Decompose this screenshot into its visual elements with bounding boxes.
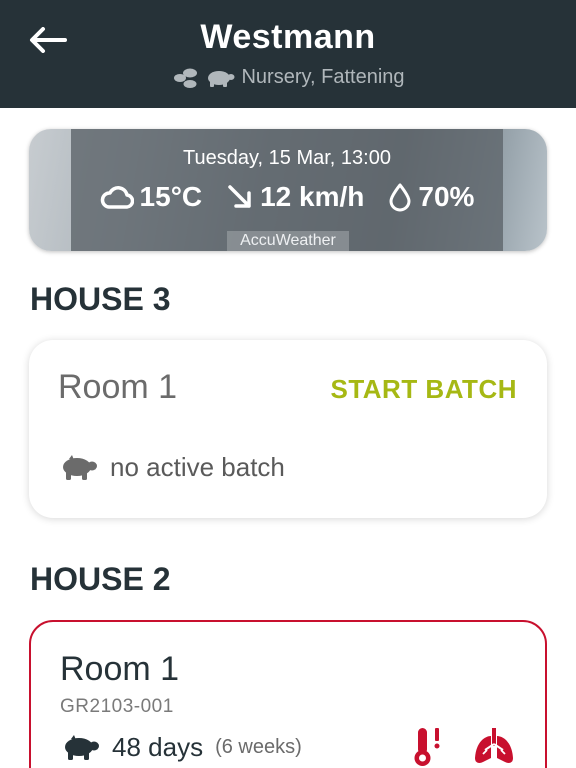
temperature-value: 15°C [139,181,203,212]
piglets-icon [174,68,198,88]
batch-age: 48 days (6 weeks) [62,732,302,763]
temperature-stat: 15°C [100,181,203,213]
weather-card[interactable]: Tuesday, 15 Mar, 13:00 15°C 12 km/h 70% [29,129,547,251]
page-title: Westmann [200,18,376,56]
humidity-drop-icon [389,183,411,212]
room-name: Room 1 [60,650,180,688]
house-2-title: HOUSE 2 [30,561,171,597]
pig-icon [208,70,235,87]
weather-datetime: Tuesday, 15 Mar, 13:00 [183,147,391,169]
age-days: 48 days [112,732,204,762]
app-header: Westmann Nursery, Fattening [0,0,576,108]
wind-stat: 12 km/h [226,181,364,213]
wind-direction-arrow-icon [228,185,251,208]
humidity-value: 70% [418,181,475,212]
weather-source: AccuWeather [227,231,349,251]
age-weeks: (6 weeks) [215,736,302,758]
lungs-alert-icon[interactable] [473,728,515,766]
temperature-alert-icon[interactable] [413,726,443,768]
weather-stats: 15°C 12 km/h 70% [71,181,503,213]
batch-status-label: no active batch [110,452,285,482]
pig-icon [63,454,97,480]
weather-overlay: Tuesday, 15 Mar, 13:00 15°C 12 km/h 70% [71,129,503,251]
batch-code: GR2103-001 [60,696,174,717]
room-card-house-3[interactable]: Room 1 START BATCH no active batch [29,340,547,518]
alert-icons [413,726,515,768]
farm-type-subtitle: Nursery, Fattening [0,66,576,89]
cloud-icon [100,186,134,209]
start-batch-button[interactable]: START BATCH [330,374,517,405]
batch-status: no active batch [60,452,285,483]
room-name: Room 1 [58,368,178,406]
humidity-stat: 70% [388,181,474,213]
pig-icon [65,734,99,760]
room-card-house-2[interactable]: Room 1 GR2103-001 48 days (6 weeks) [29,620,547,768]
house-3-title: HOUSE 3 [30,281,171,317]
wind-value: 12 km/h [260,181,365,212]
farm-type-label: Nursery, Fattening [241,66,405,88]
